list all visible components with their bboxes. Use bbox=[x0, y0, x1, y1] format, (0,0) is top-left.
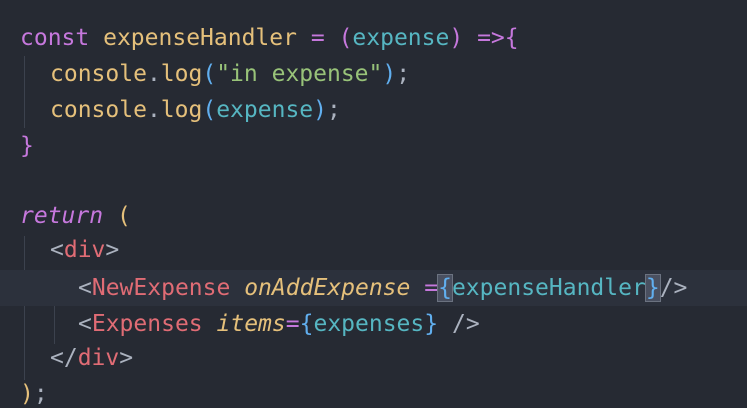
code-token: log bbox=[160, 97, 203, 123]
code-line[interactable]: <div> bbox=[0, 232, 747, 268]
code-token: return bbox=[20, 203, 104, 229]
code-token: } bbox=[20, 133, 34, 159]
code-line[interactable]: ); bbox=[0, 376, 747, 408]
code-content: </div> bbox=[50, 340, 133, 376]
code-token: ) bbox=[449, 25, 464, 51]
code-token: > bbox=[119, 345, 134, 371]
code-line[interactable]: console.log(expense); bbox=[0, 92, 747, 128]
code-token: </ bbox=[50, 345, 78, 371]
code-line[interactable]: </div> bbox=[0, 340, 747, 376]
code-token: { bbox=[299, 311, 314, 337]
code-token: = bbox=[310, 25, 325, 51]
code-token: log bbox=[160, 61, 203, 87]
code-line[interactable]: } bbox=[0, 128, 747, 164]
code-content: <div> bbox=[50, 232, 119, 268]
code-token: < bbox=[78, 311, 92, 337]
code-content: <NewExpense onAddExpense ={expenseHandle… bbox=[78, 270, 687, 306]
code-token: expense bbox=[216, 97, 314, 123]
code-content: ); bbox=[20, 376, 48, 408]
code-token: = bbox=[285, 311, 300, 337]
code-token: } bbox=[424, 311, 439, 337]
code-token: ( bbox=[338, 25, 353, 51]
code-token: /> bbox=[659, 275, 688, 301]
code-token: ( bbox=[116, 203, 131, 229]
code-token: ( bbox=[202, 97, 217, 123]
code-token: expense bbox=[352, 25, 450, 51]
code-token: div bbox=[63, 237, 106, 263]
code-token: ) bbox=[313, 97, 327, 123]
code-token: expenses bbox=[313, 311, 425, 337]
code-token: console bbox=[50, 61, 147, 87]
code-token: /> bbox=[451, 311, 480, 337]
code-line[interactable]: return ( bbox=[0, 198, 747, 234]
code-token: > bbox=[105, 237, 120, 263]
code-editor[interactable]: const expenseHandler = (expense) =>{ con… bbox=[0, 0, 747, 408]
code-token: ( bbox=[202, 61, 217, 87]
code-token: const bbox=[20, 25, 90, 51]
code-token: ; bbox=[327, 97, 341, 123]
code-token: NewExpense bbox=[91, 275, 231, 301]
code-token: expenseHandler bbox=[451, 275, 646, 301]
matching-bracket: } bbox=[644, 274, 661, 302]
code-content: return ( bbox=[20, 198, 131, 234]
code-line[interactable]: console.log("in expense"); bbox=[0, 56, 747, 92]
code-line[interactable]: const expenseHandler = (expense) =>{ bbox=[0, 20, 747, 56]
code-line[interactable] bbox=[0, 164, 747, 200]
code-token: { bbox=[504, 25, 519, 51]
code-token: < bbox=[78, 275, 92, 301]
code-line[interactable]: <Expenses items={expenses} /> bbox=[0, 306, 747, 342]
code-content: <Expenses items={expenses} /> bbox=[78, 306, 480, 342]
code-content: console.log("in expense"); bbox=[50, 56, 410, 92]
code-token: onAddExpense bbox=[244, 275, 411, 301]
code-token: ; bbox=[33, 381, 48, 407]
code-token: console bbox=[50, 97, 147, 123]
code-token: expenseHandler bbox=[103, 25, 297, 51]
code-token: ) bbox=[20, 381, 34, 407]
code-token: ; bbox=[396, 61, 411, 87]
code-token: = bbox=[424, 275, 439, 301]
code-token: < bbox=[50, 237, 64, 263]
code-token: "in expense" bbox=[216, 61, 383, 87]
matching-bracket: { bbox=[437, 274, 453, 302]
code-token: => bbox=[477, 25, 505, 51]
code-token: items bbox=[216, 311, 286, 337]
code-token: ) bbox=[382, 61, 397, 87]
code-content: console.log(expense); bbox=[50, 92, 341, 128]
code-content: const expenseHandler = (expense) =>{ bbox=[20, 20, 519, 56]
code-content: } bbox=[20, 128, 34, 164]
code-token: . bbox=[146, 61, 161, 87]
code-line-active[interactable]: <NewExpense onAddExpense ={expenseHandle… bbox=[0, 270, 747, 306]
code-token: div bbox=[77, 345, 120, 371]
code-token: Expenses bbox=[91, 311, 203, 337]
code-token: . bbox=[146, 97, 161, 123]
